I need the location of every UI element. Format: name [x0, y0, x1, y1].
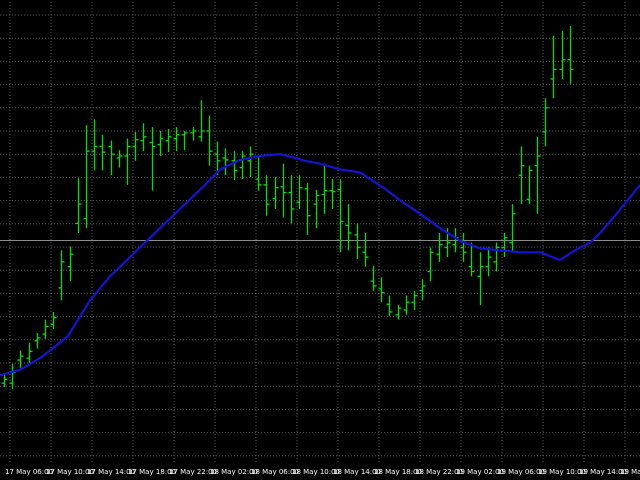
price-bar: [403, 295, 410, 315]
price-bar: [485, 247, 492, 277]
price-bar: [239, 151, 246, 180]
moving-average-series: [0, 153, 640, 377]
price-bar: [157, 130, 164, 156]
price-bar: [165, 129, 172, 153]
price-bar: [518, 146, 525, 205]
price-bar: [132, 131, 139, 161]
price-bar: [75, 178, 82, 233]
price-bar: [567, 26, 574, 84]
price-bar: [91, 119, 98, 171]
price-bar: [509, 204, 516, 253]
x-axis-labels: 17 May 06:0017 May 10:0017 May 14:0017 M…: [5, 468, 640, 476]
chart-canvas[interactable]: 17 May 06:0017 May 10:0017 May 14:0017 M…: [0, 0, 640, 480]
price-bar: [550, 35, 557, 99]
price-bar: [354, 223, 361, 259]
price-bar: [321, 163, 328, 214]
price-bar: [313, 189, 320, 229]
price-bar: [526, 165, 533, 205]
price-bar: [9, 363, 16, 389]
price-bar: [247, 146, 254, 178]
price-bar: [386, 295, 393, 316]
price-bar: [468, 242, 475, 277]
price-bar: [288, 175, 295, 224]
price-bar: [198, 100, 205, 142]
x-tick-label: 19 Ma: [620, 468, 640, 476]
price-bar: [206, 115, 213, 166]
price-bar: [345, 204, 352, 251]
price-bar: [329, 179, 336, 209]
price-bar: [108, 140, 115, 176]
price-bar: [411, 290, 418, 310]
price-bar: [34, 333, 41, 349]
price-bar: [190, 127, 197, 141]
price-bar: [99, 134, 106, 171]
price-bar: [42, 319, 49, 339]
price-bar: [149, 127, 156, 191]
price-bar: [116, 150, 123, 168]
price-bar: [534, 136, 541, 214]
price-bar: [395, 305, 402, 320]
price-bar: [140, 123, 147, 152]
grid: [0, 2, 640, 464]
price-bar: [304, 182, 311, 235]
price-bar: [58, 250, 65, 301]
price-bar: [493, 242, 500, 272]
price-bar: [222, 148, 229, 176]
price-bar: [67, 246, 74, 282]
price-bars: [1, 26, 574, 389]
price-bar: [427, 247, 434, 282]
price-bar: [231, 151, 238, 181]
price-bar: [83, 125, 90, 229]
price-bar: [124, 138, 131, 185]
price-bar: [477, 252, 484, 306]
price-bar: [181, 130, 188, 151]
moving-average-line: [0, 153, 640, 377]
price-bar: [370, 265, 377, 291]
price-bar: [272, 177, 279, 209]
price-bar: [280, 163, 287, 218]
price-bar: [362, 233, 369, 267]
price-bar: [17, 350, 24, 368]
price-bar: [263, 175, 270, 216]
price-bar: [419, 279, 426, 301]
price-chart[interactable]: 17 May 06:00 17 May 10:00 17 May 14:00 17 M…: [0, 0, 640, 480]
price-bar: [26, 342, 33, 364]
